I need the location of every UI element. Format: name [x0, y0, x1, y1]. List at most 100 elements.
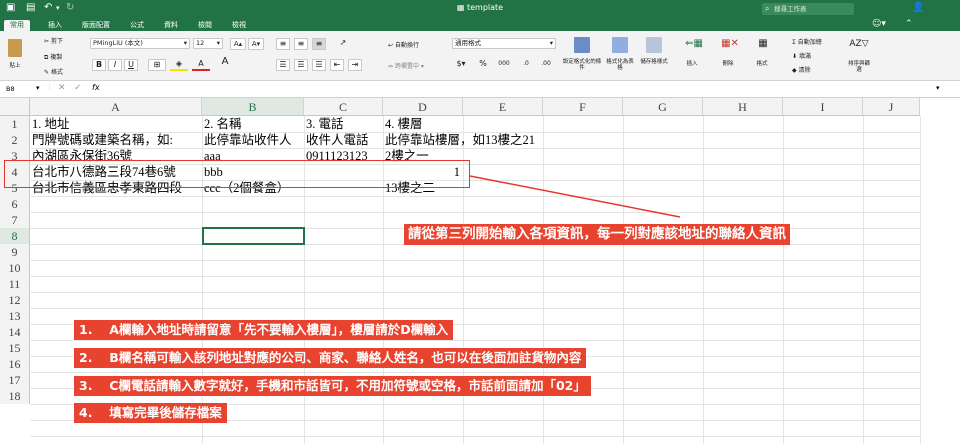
italic-icon[interactable]: I	[108, 59, 122, 71]
fill-color-icon[interactable]: ◈	[170, 59, 188, 71]
merge-center-button[interactable]: ⇔ 跨欄置中 ▾	[388, 61, 424, 70]
column-header-g[interactable]: G	[623, 98, 703, 116]
currency-icon[interactable]: $▾	[452, 59, 470, 69]
format-cells-icon[interactable]: ▦	[752, 39, 774, 49]
column-header-c[interactable]: C	[304, 98, 383, 116]
name-box-dropdown-icon[interactable]: ▾	[36, 84, 40, 92]
row-header[interactable]: 14	[0, 324, 30, 340]
selected-cell-b8[interactable]	[202, 227, 305, 245]
tab-page-layout[interactable]: 版面配置	[82, 20, 110, 30]
align-top-icon[interactable]: ≡	[276, 38, 290, 50]
cell-a2[interactable]: 門牌號碼或建築名稱，如:	[31, 132, 202, 148]
search-sheet-input[interactable]: ⌕ 搜尋工作表	[762, 3, 854, 15]
row-header[interactable]: 16	[0, 356, 30, 372]
cancel-icon[interactable]: ✕	[58, 83, 66, 93]
collapse-ribbon-icon[interactable]: ⌃	[905, 19, 913, 29]
cell-b2[interactable]: 此停靠站收件人	[203, 132, 304, 148]
increase-indent-icon[interactable]: ⇥	[348, 59, 362, 71]
comma-style-icon[interactable]: 000	[494, 59, 514, 69]
conditional-format-button[interactable]: 設定格式化的條件	[562, 59, 602, 71]
delete-button[interactable]: 刪除	[716, 61, 740, 67]
tab-formulas[interactable]: 公式	[130, 20, 144, 30]
fill-button[interactable]: ⬇ 填滿	[792, 51, 811, 60]
row-header[interactable]: 15	[0, 340, 30, 356]
tab-data[interactable]: 資料	[164, 20, 178, 30]
tab-insert[interactable]: 插入	[48, 20, 62, 30]
row-header[interactable]: 1	[0, 116, 30, 132]
cell-d2[interactable]: 此停靠站樓層，如13樓之21	[384, 132, 584, 148]
decrease-font-icon[interactable]: A▾	[248, 38, 264, 50]
conditional-format-icon[interactable]	[574, 37, 590, 53]
share-user-icon[interactable]: 👤	[912, 2, 924, 13]
confirm-icon[interactable]: ✓	[74, 83, 82, 93]
feedback-smiley-icon[interactable]: ☺▾	[872, 19, 886, 29]
cut-button[interactable]: ✂ 剪下	[44, 36, 63, 45]
sort-filter-button[interactable]: 排序與篩選	[846, 61, 872, 73]
text-effects-icon[interactable]: A	[216, 57, 234, 67]
insert-cells-icon[interactable]: ⇐▦	[680, 39, 708, 49]
column-header-e[interactable]: E	[463, 98, 543, 116]
align-bottom-icon[interactable]: ≡	[312, 38, 326, 50]
row-header[interactable]: 9	[0, 244, 30, 260]
row-header[interactable]: 10	[0, 260, 30, 276]
wrap-text-button[interactable]: ↩ 自動換行	[388, 40, 419, 49]
insert-button[interactable]: 插入	[680, 61, 704, 67]
sort-filter-icon[interactable]: AZ▽	[846, 39, 872, 49]
name-box[interactable]: B8	[6, 85, 15, 93]
paste-button[interactable]: 貼上	[4, 63, 26, 69]
tab-view[interactable]: 檢視	[232, 20, 246, 30]
align-center-icon[interactable]: ☰	[294, 59, 308, 71]
copy-button[interactable]: ⧉ 複製	[44, 52, 62, 62]
increase-decimal-icon[interactable]: .0	[518, 59, 534, 69]
format-table-icon[interactable]	[612, 37, 628, 53]
number-format-select[interactable]: 通用格式 ▾	[452, 38, 556, 49]
select-all-corner[interactable]	[0, 98, 30, 116]
font-name-select[interactable]: PMingLiU (本文) ▾	[90, 38, 190, 49]
format-painter-button[interactable]: ✎ 格式	[44, 67, 63, 76]
column-header-j[interactable]: J	[863, 98, 920, 116]
paste-icon[interactable]	[8, 39, 22, 57]
autosum-button[interactable]: Σ 自動加總	[792, 37, 822, 46]
bold-icon[interactable]: B	[92, 59, 106, 71]
row-header[interactable]: 8	[0, 228, 30, 244]
increase-font-icon[interactable]: A▴	[230, 38, 246, 50]
underline-icon[interactable]: U	[124, 59, 138, 71]
clear-button[interactable]: ◆ 清除	[792, 65, 811, 74]
column-header-a[interactable]: A	[30, 98, 202, 116]
cell-b1[interactable]: 2. 名稱	[203, 116, 304, 132]
expand-formula-icon[interactable]: ▾	[936, 84, 940, 92]
row-header[interactable]: 7	[0, 212, 30, 228]
row-header[interactable]: 17	[0, 372, 30, 388]
align-right-icon[interactable]: ☰	[312, 59, 326, 71]
orientation-icon[interactable]: ↗	[334, 38, 352, 48]
row-header[interactable]: 13	[0, 308, 30, 324]
row-header[interactable]: 11	[0, 276, 30, 292]
align-middle-icon[interactable]: ≡	[294, 38, 308, 50]
row-header[interactable]: 6	[0, 196, 30, 212]
format-button[interactable]: 格式	[750, 61, 774, 67]
cell-styles-icon[interactable]	[646, 37, 662, 53]
font-color-icon[interactable]: A	[192, 59, 210, 71]
decrease-decimal-icon[interactable]: .00	[538, 59, 554, 69]
format-as-table-button[interactable]: 格式化為表格	[604, 59, 636, 71]
row-header[interactable]: 2	[0, 132, 30, 148]
column-header-b[interactable]: B	[202, 98, 304, 116]
column-header-d[interactable]: D	[383, 98, 463, 116]
tab-home[interactable]: 常用	[4, 20, 30, 31]
font-size-select[interactable]: 12 ▾	[193, 38, 223, 49]
cell-d1[interactable]: 4. 樓層	[384, 116, 463, 132]
column-header-f[interactable]: F	[543, 98, 623, 116]
percent-icon[interactable]: %	[476, 59, 490, 69]
cell-c1[interactable]: 3. 電話	[305, 116, 383, 132]
row-header[interactable]: 18	[0, 388, 30, 404]
tab-review[interactable]: 檢閱	[198, 20, 212, 30]
column-header-i[interactable]: I	[783, 98, 863, 116]
cell-styles-button[interactable]: 儲存格樣式	[640, 59, 668, 65]
delete-cells-icon[interactable]: ▦✕	[716, 39, 744, 49]
column-header-h[interactable]: H	[703, 98, 783, 116]
borders-icon[interactable]: ⊞	[148, 59, 166, 71]
decrease-indent-icon[interactable]: ⇤	[330, 59, 344, 71]
cell-a1[interactable]: 1. 地址	[31, 116, 202, 132]
cell-c2[interactable]: 收件人電話	[305, 132, 383, 148]
fx-icon[interactable]: fx	[92, 83, 100, 92]
